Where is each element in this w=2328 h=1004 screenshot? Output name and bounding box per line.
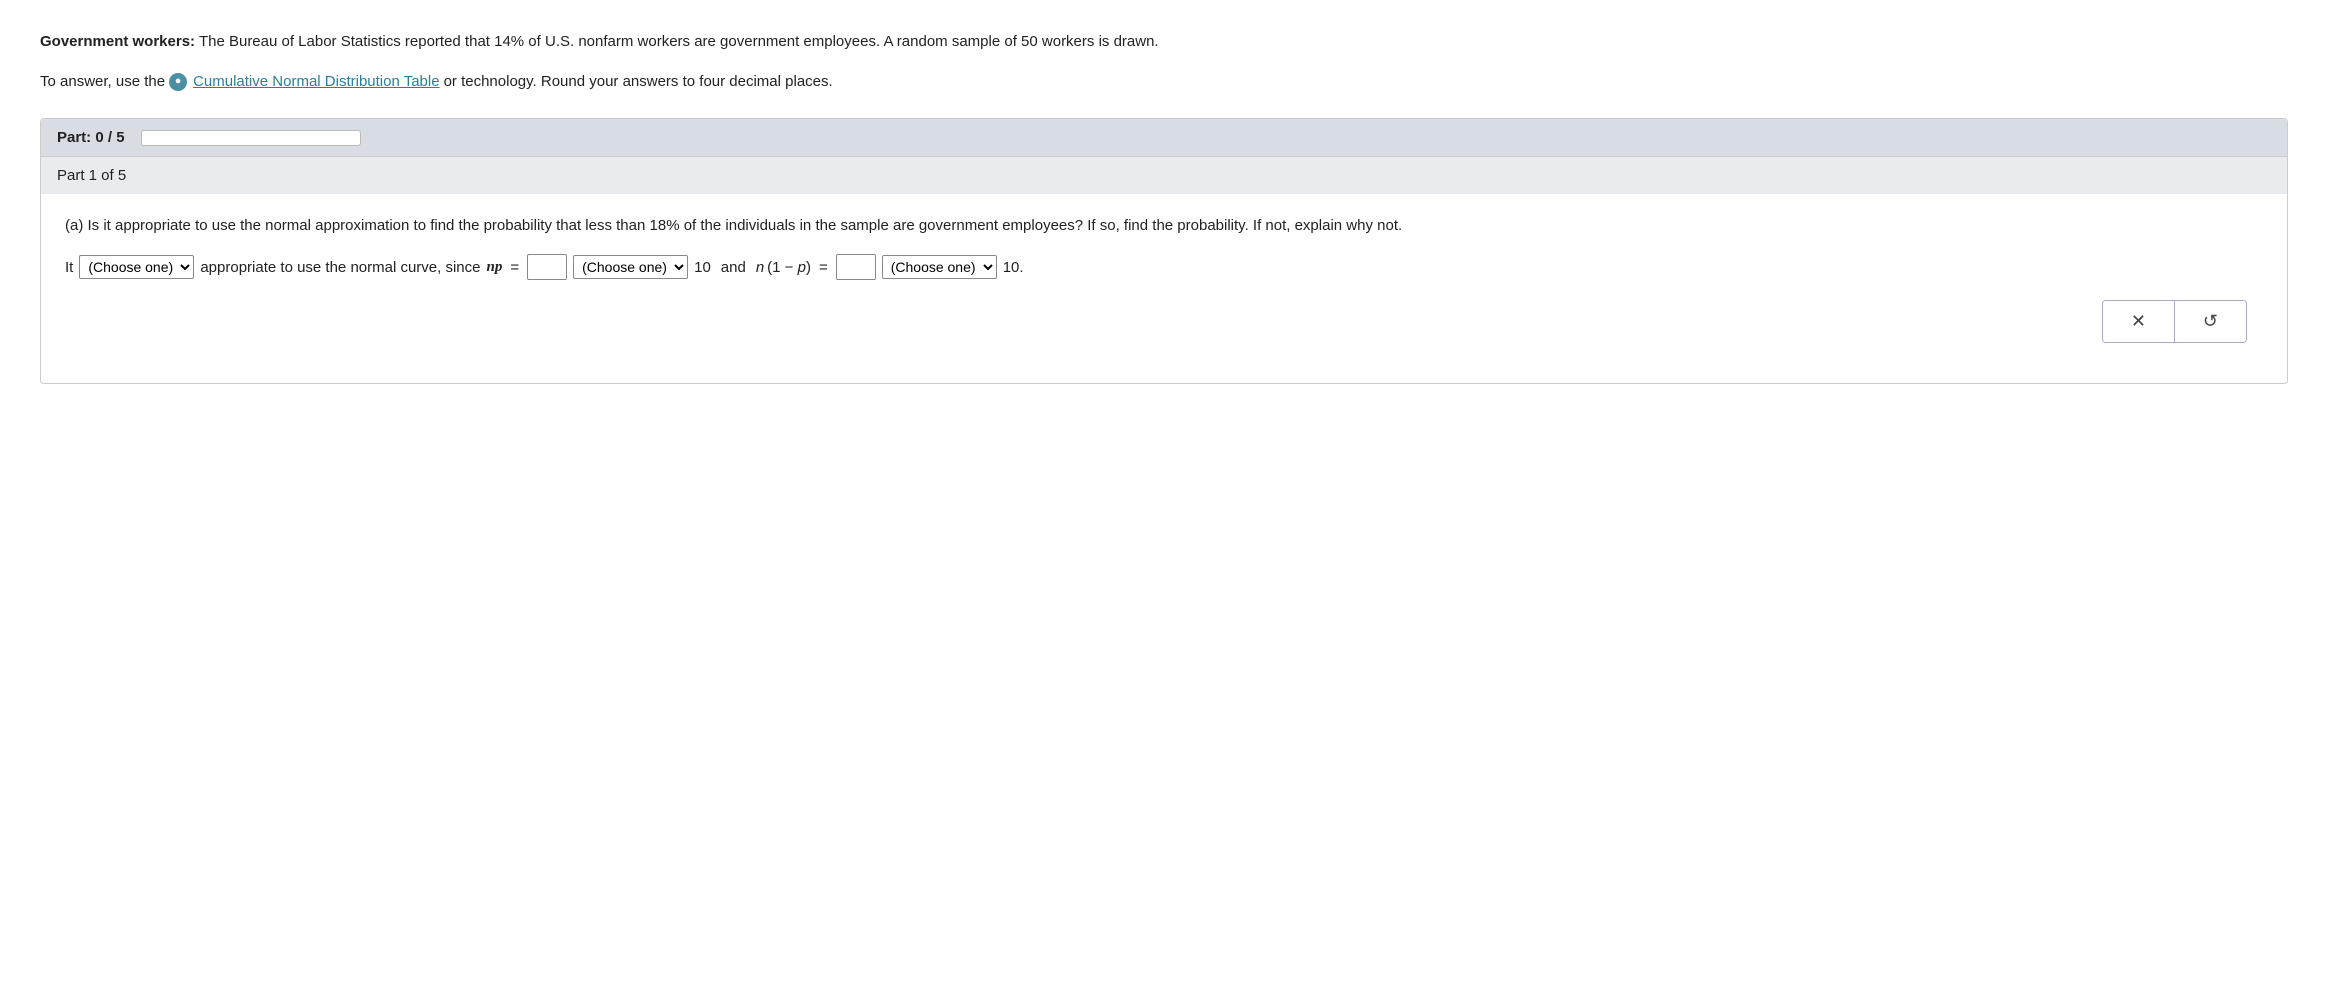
intro-body: The Bureau of Labor Statistics reported … <box>199 33 1159 50</box>
action-button-group: ✕ ↺ <box>2102 300 2247 343</box>
part-subheader-text: Part 1 of 5 <box>57 167 126 184</box>
undo-button[interactable]: ↺ <box>2175 301 2246 342</box>
question-content: (a) Is it appropriate to use the normal … <box>41 194 2287 383</box>
np-value-input[interactable] <box>527 254 567 280</box>
np-label: np <box>487 259 503 276</box>
instruction-line: To answer, use the ● Cumulative Normal D… <box>40 70 2288 94</box>
n1p-value-input[interactable] <box>836 254 876 280</box>
clear-icon: ✕ <box>2131 311 2146 332</box>
it-label: It <box>65 259 73 276</box>
equals2: = <box>819 259 828 276</box>
part-subheader-bar: Part 1 of 5 <box>41 156 2287 194</box>
undo-icon: ↺ <box>2203 311 2218 332</box>
part-current: 0 <box>95 129 103 146</box>
instruction-suffix: or technology. Round your answers to fou… <box>444 70 833 94</box>
middle-text1: appropriate to use the normal curve, sin… <box>200 259 480 276</box>
question-text: (a) Is it appropriate to use the normal … <box>65 214 2263 238</box>
equals1: = <box>510 259 519 276</box>
number2: 10. <box>1003 259 1024 276</box>
question-label: (a) <box>65 217 83 234</box>
question-body: Is it appropriate to use the normal appr… <box>88 217 1403 234</box>
progress-bar <box>141 130 361 146</box>
question-box: Part: 0 / 5 Part 1 of 5 (a) Is it approp… <box>40 118 2288 384</box>
table-link-icon: ● <box>169 73 187 91</box>
intro-text: Government workers: The Bureau of Labor … <box>40 30 2288 54</box>
answer-row: It (Choose one) is is not appropriate to… <box>65 254 2263 280</box>
clear-button[interactable]: ✕ <box>2103 301 2175 342</box>
np-comparison-dropdown[interactable]: (Choose one) ≥ ≤ > < <box>573 255 688 279</box>
cumulative-normal-table-link[interactable]: Cumulative Normal Distribution Table <box>193 70 440 94</box>
and-text: and <box>721 259 746 276</box>
appropriateness-dropdown[interactable]: (Choose one) is is not <box>79 255 194 279</box>
n1p-comparison-dropdown[interactable]: (Choose one) ≥ ≤ > < <box>882 255 997 279</box>
intro-bold: Government workers: <box>40 33 195 50</box>
instruction-prefix: To answer, use the <box>40 70 165 94</box>
number1: 10 <box>694 259 711 276</box>
part-label: Part: 0 / 5 <box>57 129 125 146</box>
part-total: 5 <box>116 129 124 146</box>
part-header-bar: Part: 0 / 5 <box>41 119 2287 156</box>
n1p-expr: n (1 − p) <box>756 259 811 276</box>
action-buttons-area: ✕ ↺ <box>65 292 2263 359</box>
